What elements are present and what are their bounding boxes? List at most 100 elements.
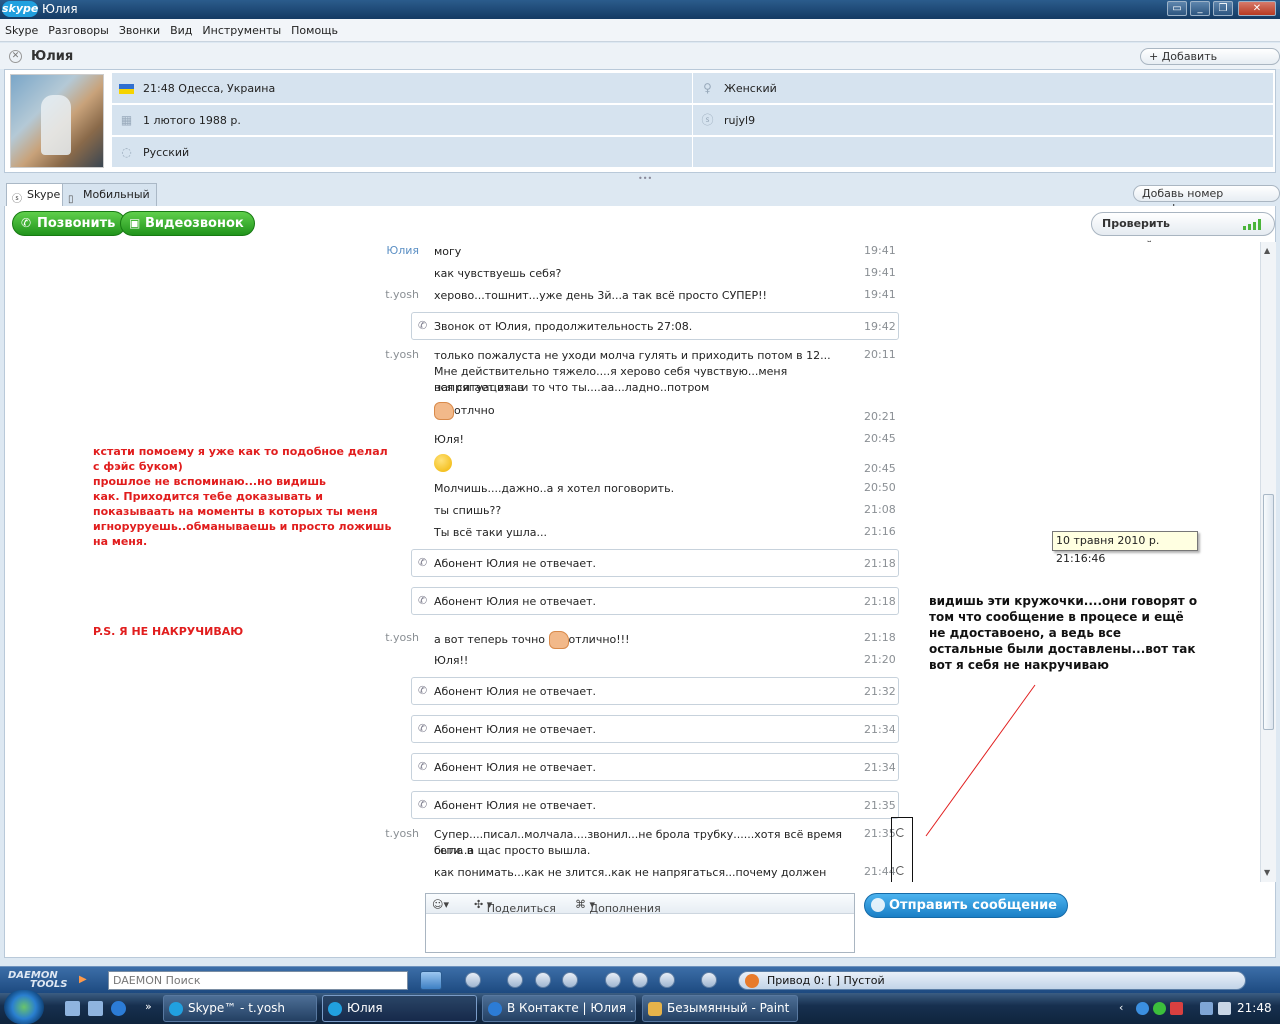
send-message-button[interactable]: Отправить сообщение [864,893,1069,918]
globe-icon[interactable] [605,972,621,988]
share-menu[interactable]: ✣ Поделиться ▾ [474,898,556,915]
scroll-up-icon[interactable]: ▲ [1264,246,1270,255]
maximize-button[interactable]: ❐ [1213,1,1233,16]
birthday-row: ▦ 1 лютого 1988 р. [112,105,692,136]
video-camera-icon: ▣ [129,216,141,230]
message-text: отлчно [454,404,495,417]
scroll-down-icon[interactable]: ▼ [1264,868,1270,877]
mount-icon[interactable] [507,972,523,988]
quicklaunch-overflow-icon[interactable]: » [145,1000,152,1013]
call-event-text: Абонент Юлия не отвечает. [434,799,597,812]
call-event: ✆ Звонок от Юлия, продолжительность 27:0… [411,312,899,340]
message-text: отлично!!! [568,633,630,646]
scroll-thumb[interactable] [1263,494,1274,730]
message-sender: t.yosh [385,288,419,301]
contact-header: ✕ Юлия + Добавить контакты [0,43,1280,78]
phone-icon: ✆ [418,684,428,697]
compose-area: ☺▾ ✣ Поделиться ▾ ⌘ Дополнения ▾ Отправить… [4,882,1276,958]
menu-tools[interactable]: Инструменты [197,19,286,42]
close-button[interactable]: ✕ [1238,1,1276,16]
taskbar-item-vkontakte[interactable]: В Контакте | Юлия ... [482,995,636,1022]
system-clock[interactable]: 21:48 [1237,1001,1272,1015]
avatar[interactable] [10,74,104,168]
pending-delivery-icon [896,866,905,875]
call-event-time: 21:35 [864,799,896,812]
start-button[interactable] [4,990,44,1024]
help-icon[interactable] [659,972,675,988]
close-conversation-icon[interactable]: ✕ [9,50,22,63]
phone-icon: ✆ [418,319,428,332]
annotation-line: как. Приходится тебе доказывать и [93,490,323,503]
search-icon[interactable] [420,971,442,990]
taskbar-item-label: В Контакте | Юлия ... [507,1001,636,1015]
highlight-box [891,817,913,885]
video-call-button[interactable]: ▣ Видеозвонок [120,211,255,236]
call-event-time: 21:18 [864,595,896,608]
tray-expand-icon[interactable]: ‹ [1119,1001,1123,1014]
window-switcher-icon[interactable] [88,1001,103,1016]
image-icon[interactable] [632,972,648,988]
send-bubble-icon [871,898,885,912]
message-time: 20:21 [864,410,896,423]
network-icon[interactable] [1200,1002,1213,1015]
signal-bars-icon [1243,219,1265,230]
taskbar-item-skype[interactable]: Skype™ - t.yosh [163,995,317,1022]
settings-icon[interactable] [562,972,578,988]
skype-status-icon[interactable] [1153,1002,1166,1015]
extras-menu[interactable]: ⌘ Дополнения ▾ [575,898,661,915]
tab-skype-label: Skype [27,188,61,201]
play-arrow-icon[interactable]: ▶ [79,974,87,985]
menu-skype[interactable]: Skype [0,19,43,42]
menu-calls[interactable]: Звонки [114,19,165,42]
call-event-text: Абонент Юлия не отвечает. [434,557,597,570]
minimize-button[interactable]: _ [1190,1,1210,16]
skype-logo-icon: skype [2,1,39,17]
disc-icon[interactable] [465,972,481,988]
taskbar-item-label: Безымянный - Paint [667,1001,790,1015]
tab-bar: ⓢSkype ▯Мобильный Добавь номер телефона [0,178,1280,215]
annotation-line: вот я себя не накручиваю [929,658,1109,672]
call-event: ✆ Абонент Юлия не отвечает. 21:32 [411,677,899,705]
add-phone-number-button[interactable]: Добавь номер телефона [1133,185,1280,215]
call-button[interactable]: ✆ Позвонить [12,211,127,236]
message-input[interactable]: ☺▾ ✣ Поделиться ▾ ⌘ Дополнения ▾ [425,893,855,953]
message-time: 19:41 [864,244,896,257]
volume-icon[interactable] [1218,1002,1231,1015]
send-message-label: Отправить сообщение [889,898,1058,913]
menu-conversations[interactable]: Разговоры [43,19,114,42]
taskbar-item-paint[interactable]: Безымянный - Paint [642,995,798,1022]
daemon-tools-logo: DAEMON TOOLS [8,971,86,990]
menu-view[interactable]: Вид [165,19,197,42]
drive-icon [745,974,759,988]
antivirus-icon[interactable] [1170,1002,1183,1015]
message-time: 21:20 [864,653,896,666]
daemon-search-input[interactable]: DAEMON Поиск [108,971,408,990]
virtual-drive-status[interactable]: Привод 0: [ ] Пустой [738,971,1246,990]
internet-explorer-icon[interactable] [111,1001,126,1016]
language-row: ◌ Русский [112,137,692,168]
call-event-text: Абонент Юлия не отвечает. [434,723,597,736]
annotation-line: с фэйс буком) [93,460,183,473]
call-event-time: 21:34 [864,761,896,774]
tab-mobile[interactable]: ▯ Мобильный [62,183,157,207]
chat-scrollbar[interactable]: ▲ ▼ [1260,242,1276,882]
taskbar-item-label: Skype™ - t.yosh [188,1001,286,1015]
taskbar-item-julia[interactable]: Юлия [322,995,477,1022]
annotation-line: на меня. [93,535,148,548]
emoticon-picker-icon[interactable]: ☺▾ [432,898,449,911]
check-settings-button[interactable]: Проверить настройки [1091,212,1275,252]
menu-help[interactable]: Помощь [286,19,343,42]
restore-icon[interactable]: ▭ [1167,1,1187,16]
message-content: отлчно [434,402,844,420]
iso-icon[interactable] [701,972,717,988]
message-sender: Юлия [386,244,419,257]
tab-skype[interactable]: ⓢ Skype [6,183,68,207]
female-icon: ♀ [703,81,712,95]
message-text: Ты всё таки ушла... [434,526,547,539]
download-icon[interactable] [1136,1002,1149,1015]
unmount-icon[interactable] [535,972,551,988]
show-desktop-icon[interactable] [65,1001,80,1016]
add-contacts-button[interactable]: + Добавить контакты [1140,48,1280,78]
gender: Женский [724,82,777,95]
avatar-figure [41,95,71,155]
